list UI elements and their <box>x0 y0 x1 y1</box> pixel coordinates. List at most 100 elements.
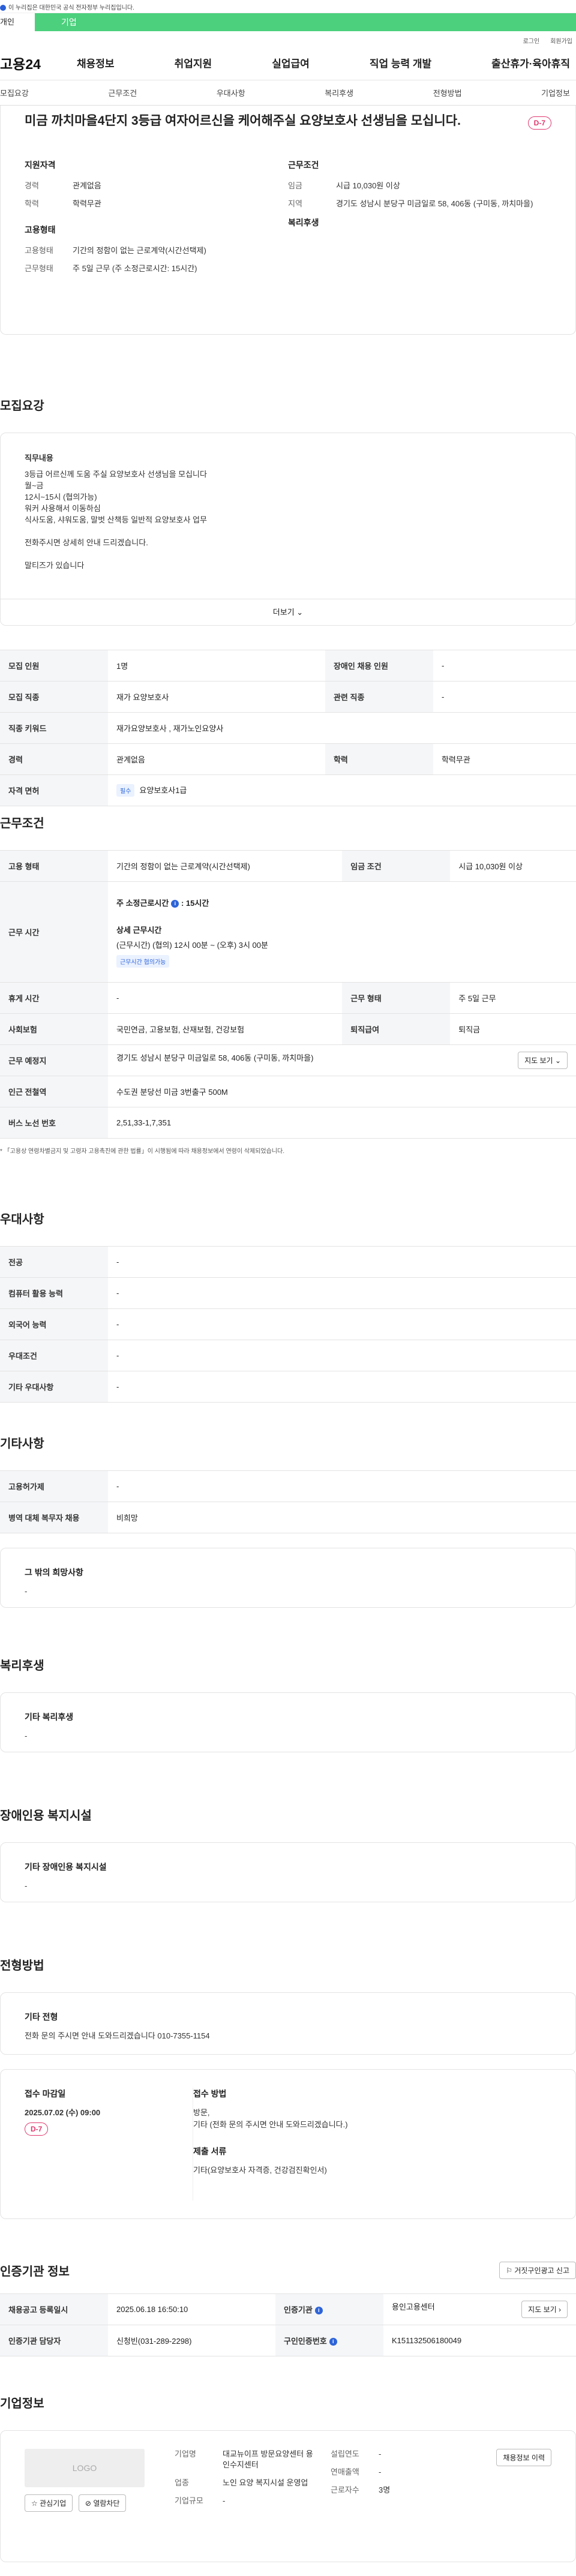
card-title: 기타 장애인용 복지시설 <box>25 1862 107 1872</box>
section-title: 복리후생 <box>0 1659 44 1673</box>
label: 고용형태 <box>25 246 53 255</box>
table-row: 직종 키워드 재가요양보호사 , 재가노인요양사 <box>0 712 576 744</box>
preference-table: 전공 - 컴퓨터 활용 능력 - 외국어 능력 - 우대조건 - 기타 우대사항 - <box>0 1246 576 1403</box>
interest-label: 관심기업 <box>40 2499 67 2508</box>
row-value: 1명 <box>108 650 325 681</box>
lnb-company[interactable]: 기업정보 <box>541 87 570 98</box>
card-title: 기타 복리후생 <box>25 1712 74 1722</box>
report-button[interactable]: ⚐ 거짓구인광고 신고 <box>499 2262 576 2279</box>
card-title: 그 밖의 희망사항 <box>25 1568 83 1577</box>
table-row: 모집 인원 1명 장애인 채용 인원 - <box>0 650 576 681</box>
more-button[interactable]: 더보기 ⌄ <box>1 599 575 625</box>
cert-section: 인증기관 정보 ⚐ 거짓구인광고 신고 채용공고 등록일시 2025.06.18 … <box>0 2262 576 2356</box>
gnb-item-training[interactable]: 직업 능력 개발 <box>370 55 431 70</box>
no-label: 구인인증번호 <box>283 2337 327 2346</box>
table-row: 인증기관 담당자 신청빈(031-289-2298) 구인인증번호 i K1511325… <box>0 2325 576 2356</box>
site-logo[interactable]: 고용24 <box>0 53 77 73</box>
gov-banner-text: 이 누리집은 대한민국 공식 전자정부 누리집입니다. <box>8 5 134 11</box>
work-title: 근무조건 <box>288 160 319 170</box>
row-value: - <box>108 982 343 1014</box>
block-button[interactable]: ⊘ 열람차단 <box>78 2494 127 2512</box>
content-line: 월~금 <box>25 481 44 490</box>
row-label: 임금 조건 <box>342 850 451 882</box>
section-title: 인증기관 정보 <box>0 2265 70 2278</box>
map-button[interactable]: 지도 보기 › <box>521 2301 568 2318</box>
row-value: 수도권 분당선 미금 3번출구 500M <box>108 1076 576 1107</box>
place-value: 경기도 성남시 분당구 미금일로 58, 406동 (구미동, 까치마을) <box>116 1053 314 1062</box>
lnb-welfare[interactable]: 복리후생 <box>325 87 353 98</box>
disabled-card: 기타 장애인용 복지시설 - <box>0 1842 576 1902</box>
row-value: 필수 요양보호사1급 <box>108 774 576 806</box>
info-icon[interactable]: i <box>329 2338 337 2346</box>
docs-title: 제출 서류 <box>193 2146 227 2156</box>
content-line: 3등급 어르신께 도움 주실 요양보호사 선생님을 모십니다 <box>25 470 207 479</box>
login-link[interactable]: 로그인 <box>523 38 540 45</box>
company-section: 기업정보 LOGO ☆ 관심기업 ⊘ 열람차단 기업명 대교뉴이프 방문요양센터 … <box>0 2394 576 2562</box>
signup-link[interactable]: 회원가입 <box>550 38 572 45</box>
method-line: 방문, <box>193 2108 210 2117</box>
row-label: 근무 형태 <box>342 982 451 1014</box>
value: 관계없음 <box>73 181 101 190</box>
row-label: 학력 <box>325 743 433 775</box>
interest-button[interactable]: ☆ 관심기업 <box>25 2494 73 2512</box>
row-value: 2,51,33-1,7,351 <box>108 1107 576 1139</box>
required-tag: 필수 <box>116 784 135 797</box>
gnb-item-jobs[interactable]: 채용정보 <box>77 55 115 70</box>
row-value: 경기도 성남시 분당구 미금일로 58, 406동 (구미동, 까치마을) 지도 … <box>108 1044 576 1076</box>
more-label: 더보기 <box>272 608 295 617</box>
util-bar: 로그인 회원가입 <box>0 31 576 46</box>
time-tag: 근무시간 협의가능 <box>116 954 170 968</box>
gnb-item-leave[interactable]: 출산휴가·육아휴직 <box>491 55 570 70</box>
conditions-section: 근무조건 고용 형태 기간의 정함이 없는 근로계약(시간선택제) 임금 조건 시급 … <box>0 813 576 1155</box>
card-value: 전화 문의 주시면 안내 도와드리겠습니다 010-7355-1154 <box>25 2031 210 2040</box>
docs-value: 기타(요양보호사 자격증, 건강검진확인서) <box>193 2166 327 2175</box>
section-title: 장애인용 복지시설 <box>0 1809 92 1823</box>
value: 3명 <box>379 2485 391 2494</box>
tab-company[interactable]: 기업 <box>35 13 77 31</box>
lnb-recruit[interactable]: 모집요강 <box>0 87 29 98</box>
selection-section: 전형방법 기타 전형 전화 문의 주시면 안내 도와드리겠습니다 010-735… <box>0 1956 576 2219</box>
row-label: 모집 인원 <box>0 650 108 681</box>
row-value: K151132506180049 <box>383 2325 576 2356</box>
lnb-preference[interactable]: 우대사항 <box>217 87 245 98</box>
tab-personal[interactable]: 개인 <box>0 13 35 31</box>
label: 업종 <box>175 2478 189 2487</box>
gnb-item-benefit[interactable]: 실업급여 <box>272 55 310 70</box>
table-row: 컴퓨터 활용 능력 - <box>0 1277 576 1309</box>
welfare-card: 기타 복리후생 - <box>0 1692 576 1752</box>
row-value: 용인고용센터 지도 보기 › <box>383 2293 576 2325</box>
table-row: 고용허가제 - <box>0 1470 576 1502</box>
row-value: 기간의 정함이 없는 근로계약(시간선택제) <box>108 850 343 882</box>
hope-card: 그 밖의 희망사항 - <box>0 1548 576 1608</box>
lnb-selection[interactable]: 전형방법 <box>433 87 462 98</box>
card-title: 기타 전형 <box>25 2012 58 2022</box>
row-label: 관련 직종 <box>325 681 433 713</box>
row-value: 관계없음 <box>108 743 325 775</box>
map-button[interactable]: 지도 보기 ⌄ <box>518 1052 568 1069</box>
section-title: 근무조건 <box>0 817 44 830</box>
welfare-title: 복리후생 <box>288 218 319 227</box>
gov-banner: 이 누리집은 대한민국 공식 전자정부 누리집입니다. <box>0 0 576 13</box>
content-line: 전화주시면 상세히 안내 드리겠습니다. <box>25 538 148 547</box>
row-label: 고용허가제 <box>0 1470 108 1502</box>
job-summary-card: 미금 까치마을4단지 3등급 여자어르신을 케어해주실 요양보호사 선생님을 모… <box>0 106 576 335</box>
row-value: - <box>108 1308 576 1340</box>
block-label: 열람차단 <box>93 2499 120 2508</box>
info-icon[interactable]: i <box>171 899 179 908</box>
row-label: 인증기관 i <box>275 2293 383 2325</box>
info-icon[interactable]: i <box>314 2307 323 2315</box>
table-row: 인근 전철역 수도권 분당선 미금 3번출구 500M <box>0 1076 576 1107</box>
label: 근로자수 <box>331 2485 359 2494</box>
table-row: 기타 우대사항 - <box>0 1371 576 1403</box>
lnb-conditions[interactable]: 근무조건 <box>108 87 137 98</box>
value: 주 5일 근무 (주 소정근로시간: 15시간) <box>73 264 197 273</box>
row-value: 비희망 <box>108 1502 576 1533</box>
employ-title: 고용형태 <box>25 225 56 235</box>
row-label: 퇴직급여 <box>342 1013 451 1045</box>
row-label: 채용공고 등록일시 <box>0 2293 108 2325</box>
table-row: 우대조건 - <box>0 1340 576 1371</box>
org-label: 인증기관 <box>283 2305 313 2314</box>
company-logo: LOGO <box>25 2449 145 2487</box>
gnb-item-support[interactable]: 취업지원 <box>175 55 212 70</box>
history-button[interactable]: 채용정보 이력 <box>496 2449 551 2466</box>
